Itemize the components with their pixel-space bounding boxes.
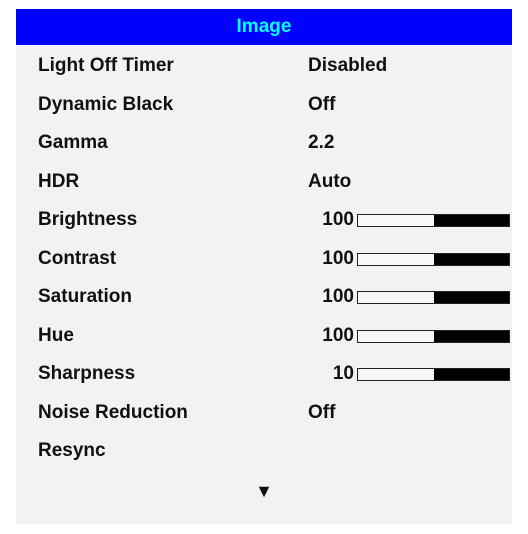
menu-item-label: Brightness: [38, 209, 138, 230]
menu-item-dynamic-black[interactable]: Dynamic Black Off: [16, 84, 512, 123]
saturation-slider[interactable]: [357, 291, 510, 304]
scroll-down-indicator[interactable]: ▼: [16, 473, 512, 509]
brightness-slider[interactable]: [357, 214, 510, 227]
slider-value: 100: [322, 286, 354, 307]
menu-item-label: Dynamic Black: [38, 93, 174, 115]
menu-item-label: Saturation: [38, 286, 132, 307]
slider-fill: [433, 215, 509, 226]
menu-item-value: Off: [308, 401, 336, 423]
menu-item-value: 2.2: [308, 132, 335, 153]
menu-item-label: Contrast: [38, 247, 117, 269]
menu-item-label: HDR: [38, 170, 80, 192]
menu-item-gamma[interactable]: Gamma 2.2: [16, 122, 512, 161]
slider-value: 100: [322, 209, 354, 230]
menu-item-label: Noise Reduction: [38, 401, 188, 423]
menu-item-value: Off: [308, 93, 336, 115]
menu-item-hue[interactable]: Hue 100: [16, 315, 512, 354]
menu-item-light-off-timer[interactable]: Light Off Timer Disabled: [16, 45, 512, 84]
menu-item-brightness[interactable]: Brightness 100: [16, 199, 512, 238]
sharpness-slider[interactable]: [357, 368, 510, 381]
menu-item-contrast[interactable]: Contrast 100: [16, 238, 512, 277]
menu-item-noise-reduction[interactable]: Noise Reduction Off: [16, 392, 512, 431]
menu-item-hdr[interactable]: HDR Auto: [16, 161, 512, 200]
slider-value: 100: [322, 324, 354, 346]
slider-fill: [433, 369, 509, 380]
slider-value: 10: [332, 363, 354, 384]
slider-fill: [433, 253, 509, 265]
hue-slider[interactable]: [357, 329, 510, 343]
slider-fill: [433, 292, 509, 303]
menu-item-label: Sharpness: [38, 363, 136, 384]
slider-value: 100: [322, 247, 354, 269]
menu-item-resync[interactable]: Resync: [16, 430, 512, 469]
menu-item-sharpness[interactable]: Sharpness 10: [16, 353, 512, 392]
menu-item-label: Light Off Timer: [38, 55, 174, 76]
contrast-slider[interactable]: [357, 252, 510, 266]
menu-item-value: Auto: [308, 170, 352, 192]
menu-item-label: Gamma: [38, 132, 108, 153]
menu-list: Light Off Timer Disabled Dynamic Black O…: [16, 45, 512, 469]
menu-item-label: Hue: [38, 324, 74, 346]
slider-fill: [433, 330, 509, 342]
menu-item-label: Resync: [38, 440, 106, 461]
menu-title: Image: [236, 16, 292, 37]
triangle-down-icon: ▼: [255, 481, 273, 501]
menu-header: Image: [16, 9, 512, 45]
menu-item-value: Disabled: [308, 55, 388, 76]
osd-menu-panel: Image Light Off Timer Disabled Dynamic B…: [16, 9, 512, 524]
menu-item-saturation[interactable]: Saturation 100: [16, 276, 512, 315]
